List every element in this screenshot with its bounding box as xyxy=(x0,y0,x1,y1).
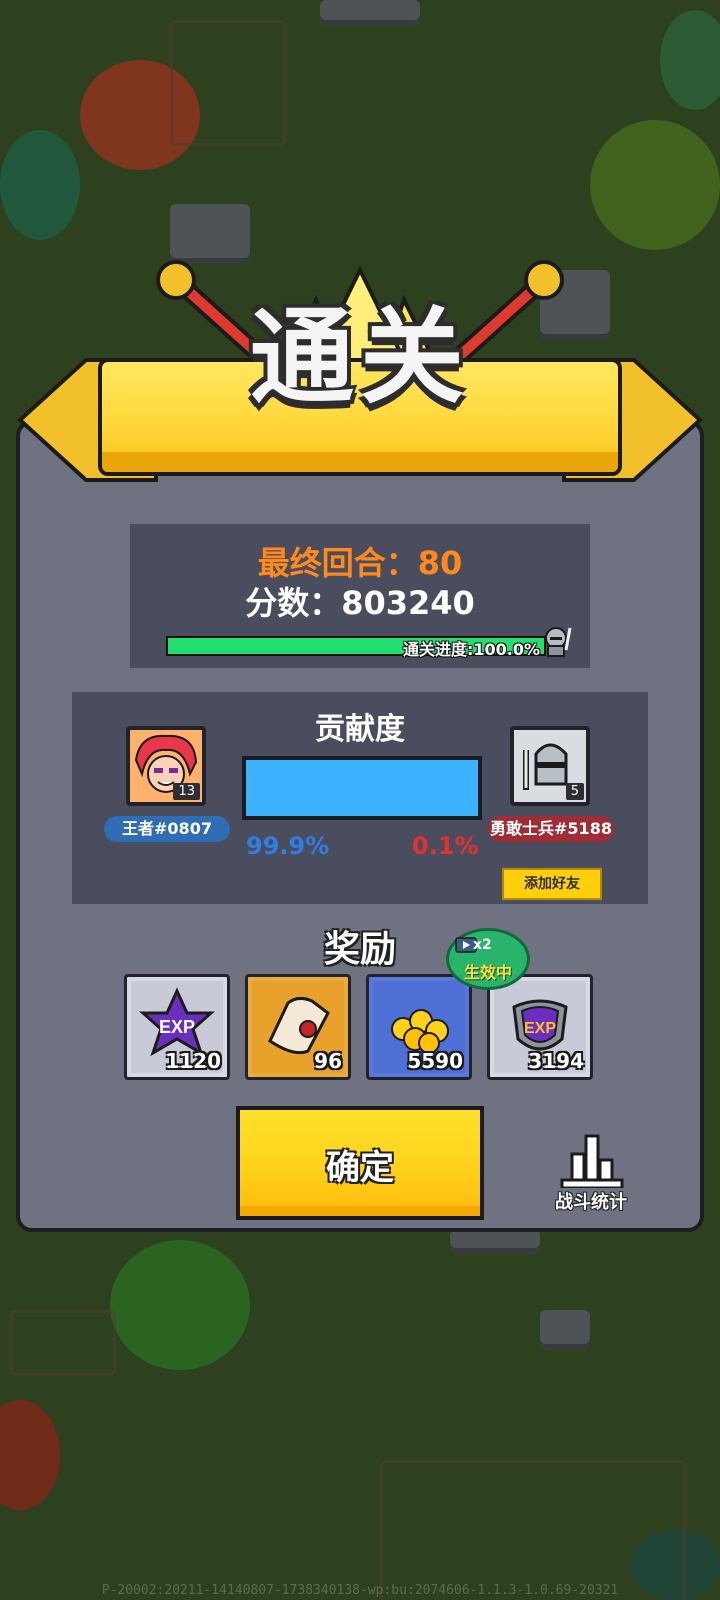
victory-banner: 通关 xyxy=(16,260,704,490)
score-label: 分数： xyxy=(245,584,342,622)
confirm-label: 确定 xyxy=(326,1148,394,1188)
banner-title: 通关 xyxy=(249,296,470,418)
reward-exp[interactable]: EXP 1120 xyxy=(124,974,230,1080)
clear-progress-text: 通关进度:100.0% xyxy=(402,640,540,659)
battle-stats-button[interactable]: 战斗统计 xyxy=(548,1134,634,1214)
contribution-panel: 贡献度 13 王者#0807 5 勇敢士兵#5188 99.9% 0.1% 添加… xyxy=(72,692,648,904)
bonus-status: 生效中 xyxy=(463,963,512,982)
svg-text:EXP: EXP xyxy=(159,1017,195,1037)
knight-mini-icon xyxy=(545,627,572,657)
final-round-value: 80 xyxy=(417,544,463,582)
right-player-percent: 0.1% xyxy=(412,832,479,860)
reward-gold[interactable]: 5590 xyxy=(366,974,472,1080)
bonus-multiplier: x2 xyxy=(473,937,492,953)
left-player-name: 王者#0807 xyxy=(104,816,230,842)
confirm-button[interactable]: 确定 xyxy=(236,1106,484,1220)
right-player-avatar[interactable]: 5 xyxy=(510,726,590,806)
reward-exp-shield-count: 3194 xyxy=(528,1049,584,1073)
add-friend-button[interactable]: 添加好友 xyxy=(502,868,602,900)
battle-stats-label: 战斗统计 xyxy=(555,1192,627,1213)
right-player-level: 5 xyxy=(565,783,584,800)
right-player-name: 勇敢士兵#5188 xyxy=(488,816,614,842)
double-bonus-badge: x2 生效中 xyxy=(446,928,530,990)
left-player-level: 13 xyxy=(173,783,200,800)
reward-scroll-count: 96 xyxy=(314,1049,342,1073)
left-player-percent: 99.9% xyxy=(246,832,330,860)
final-round-label: 最终回合： xyxy=(257,544,418,582)
left-player-avatar[interactable]: 13 xyxy=(126,726,206,806)
reward-gold-count: 5590 xyxy=(407,1049,463,1073)
build-info: P-20002:20211-14140807-1738340138-wp:bu:… xyxy=(101,1583,619,1598)
reward-exp-shield[interactable]: EXP 3194 xyxy=(487,974,593,1080)
contribution-bar xyxy=(242,756,482,820)
score-summary: 最终回合：80 分数：803240 通关进度:100.0% xyxy=(130,524,590,668)
bar-chart-icon xyxy=(560,1134,624,1188)
contribution-bar-fill xyxy=(246,760,478,816)
reward-exp-count: 1120 xyxy=(165,1049,221,1073)
score: 分数：803240 xyxy=(130,578,590,624)
score-value: 803240 xyxy=(341,584,475,622)
reward-scroll[interactable]: 96 xyxy=(245,974,351,1080)
svg-text:EXP: EXP xyxy=(524,1020,556,1037)
rewards-title: 奖励 xyxy=(323,929,396,970)
